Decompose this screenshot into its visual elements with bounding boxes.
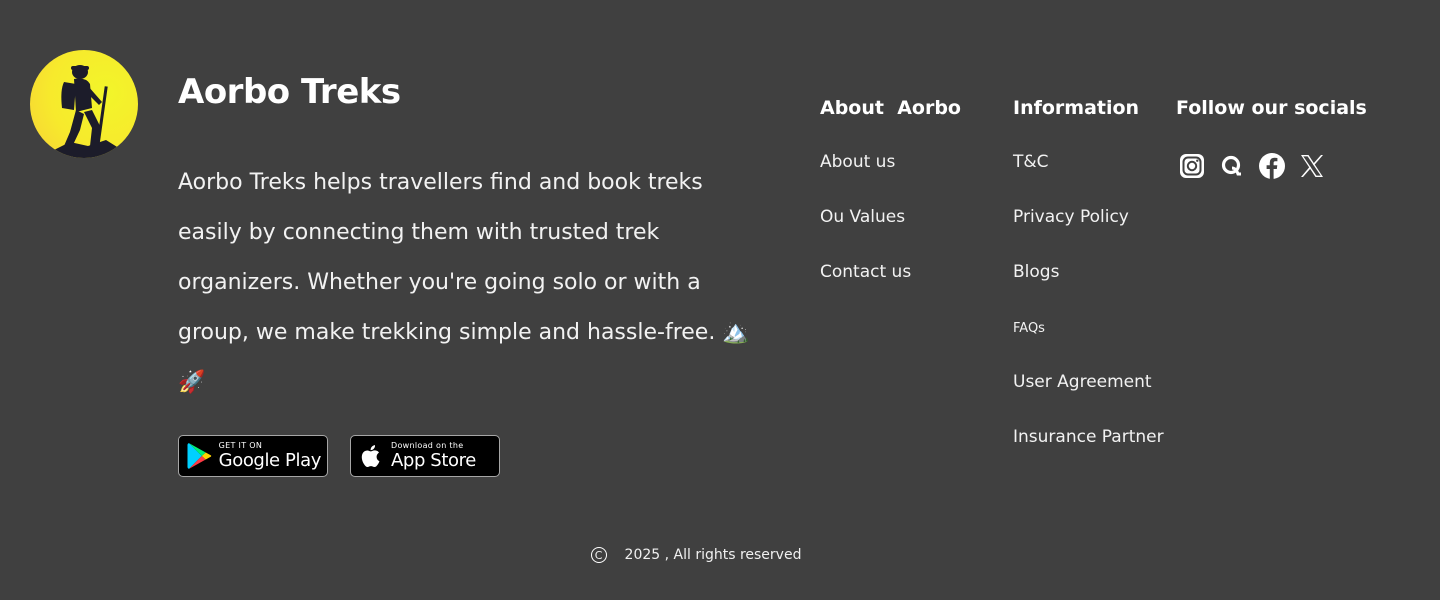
app-store-label: App Store [391, 450, 476, 471]
apple-icon [361, 445, 380, 467]
copyright-icon: C [590, 547, 607, 563]
social-heading: Follow our socials [1176, 97, 1367, 119]
copyright-bar: C 2025 , All rights reserved [0, 547, 1440, 563]
about-heading: About Aorbo [820, 97, 961, 119]
google-play-label: Google Play [218, 450, 322, 471]
footer-link-privacy[interactable]: Privacy Policy [1013, 207, 1129, 227]
about-column: About Aorbo About us Ou Values Contact u… [820, 94, 961, 282]
brand-description: Aorbo Treks helps travellers find and bo… [178, 170, 750, 395]
copyright-text: 2025 , All rights reserved [624, 547, 802, 563]
footer-link-blogs[interactable]: Blogs [1013, 262, 1059, 282]
x-icon[interactable] [1298, 152, 1326, 180]
brand-name: Aorbo Treks [178, 72, 401, 112]
information-column: Information T&C Privacy Policy Blogs FAQ… [1013, 94, 1164, 447]
facebook-icon[interactable] [1258, 152, 1286, 180]
footer-link-faqs[interactable]: FAQs [1013, 321, 1045, 336]
social-icons [1178, 152, 1338, 180]
footer-link-tc[interactable]: T&C [1013, 152, 1049, 172]
footer-link-insurance[interactable]: Insurance Partner [1013, 427, 1164, 447]
quora-icon[interactable] [1218, 152, 1246, 180]
hiker-logo-icon [54, 65, 122, 158]
app-store-small-label: Download on the [391, 441, 464, 450]
footer-link-values[interactable]: Ou Values [820, 207, 905, 227]
instagram-icon[interactable] [1178, 152, 1206, 180]
app-store-button[interactable]: Download on the App Store [350, 435, 500, 477]
information-heading: Information [1013, 97, 1140, 119]
social-column: Follow our socials [1176, 94, 1367, 179]
google-play-button[interactable]: GET IT ON Google Play [178, 435, 328, 477]
footer-link-contact[interactable]: Contact us [820, 262, 911, 282]
footer-link-about-us[interactable]: About us [820, 152, 895, 172]
brand-logo[interactable] [30, 50, 138, 158]
footer-link-user-agreement[interactable]: User Agreement [1013, 372, 1152, 392]
google-play-small-label: GET IT ON [218, 441, 263, 450]
google-play-icon [187, 443, 212, 469]
